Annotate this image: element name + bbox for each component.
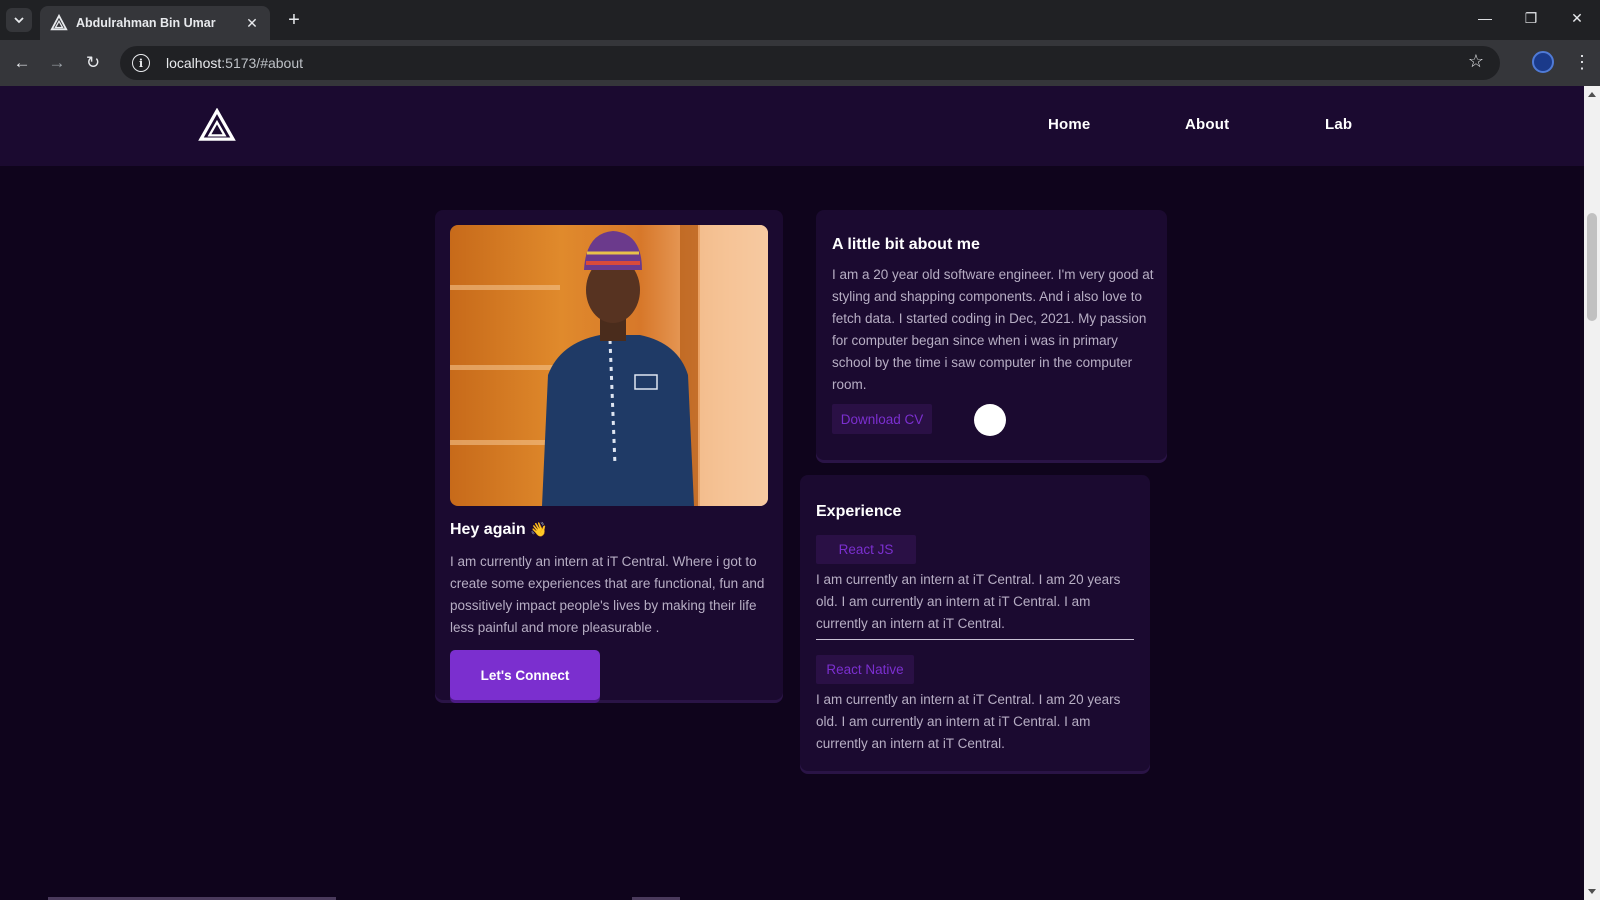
address-bar[interactable]: i localhost:5173/#about ☆ [120,46,1500,80]
lets-connect-button[interactable]: Let's Connect [450,650,600,700]
site-logo-icon[interactable] [198,108,236,142]
tab-search-chevron-down-icon[interactable] [6,8,32,32]
nav-home-link[interactable]: Home [1048,116,1090,133]
about-text: I am a 20 year old software engineer. I'… [832,267,1154,392]
about-title: A little bit about me [832,236,980,253]
window-close-icon[interactable]: ✕ [1567,10,1587,27]
restore-icon[interactable]: ❐ [1521,10,1541,27]
download-cv-button[interactable]: Download CV [832,404,932,434]
intro-card: Hey again 👋 I am currently an intern at … [435,210,783,700]
greeting-heading: Hey again 👋 [450,521,547,539]
intro-text: I am currently an intern at iT Central. … [450,554,765,635]
page-scrollbar[interactable] [1584,86,1600,900]
experience-text: I am currently an intern at iT Central. … [816,572,1121,631]
reload-icon[interactable]: ↻ [82,52,104,74]
minimize-icon[interactable]: — [1475,10,1495,26]
url-path: :5173/#about [221,55,304,71]
browser-tabbar: Abdulrahman Bin Umar ✕ + — ❐ ✕ [0,0,1600,40]
experience-divider [816,639,1134,640]
browser-tab[interactable]: Abdulrahman Bin Umar ✕ [40,6,270,40]
experience-text-2: I am currently an intern at iT Central. … [816,692,1121,751]
browser-toolbar: ← → ↻ i localhost:5173/#about ☆ ⋮ [0,40,1600,86]
about-card: A little bit about me I am a 20 year old… [816,210,1167,460]
greeting-text: Hey again [450,521,526,538]
browser-menu-icon[interactable]: ⋮ [1573,51,1591,73]
profile-photo [450,225,768,506]
wave-icon: 👋 [530,521,548,537]
url-text: localhost:5173/#about [166,55,303,71]
scroll-thumb[interactable] [1587,213,1597,321]
site-info-icon[interactable]: i [132,54,150,72]
profile-avatar-icon[interactable] [1532,51,1554,73]
experience-card: Experience React JS I am currently an in… [800,475,1150,771]
scroll-up-arrow-icon[interactable] [1588,92,1596,97]
page-viewport: Home About Lab Hey again 👋 I am currentl… [0,86,1584,900]
theme-toggle-dot[interactable] [974,404,1006,436]
scroll-down-arrow-icon[interactable] [1588,889,1596,894]
experience-tag-react-js: React JS [816,535,916,564]
nav-lab-link[interactable]: Lab [1325,116,1352,133]
tab-title: Abdulrahman Bin Umar [76,16,216,30]
tab-close-icon[interactable]: ✕ [244,15,260,32]
nav-about-link[interactable]: About [1185,116,1229,133]
experience-title: Experience [816,503,902,520]
site-logo-favicon-icon [50,14,68,31]
new-tab-icon[interactable]: + [282,9,306,31]
experience-tag-react-native-label: React Native [816,655,914,684]
back-icon[interactable]: ← [11,52,33,74]
site-header: Home About Lab [0,86,1584,166]
url-host: localhost [166,55,222,71]
forward-icon[interactable]: → [46,52,68,74]
bookmark-star-icon[interactable]: ☆ [1468,51,1484,72]
